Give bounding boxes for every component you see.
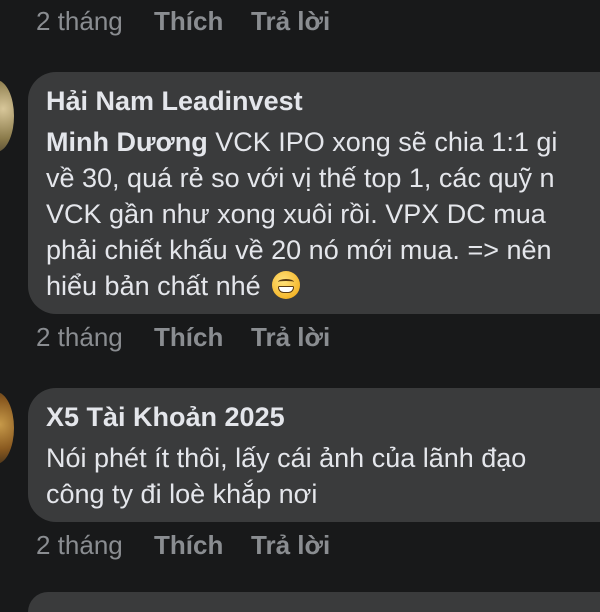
comment-text-line: Minh Dương VCK IPO xong sẽ chia 1:1 gi [46,127,558,157]
comment-text-line: phải chiết khấu về 20 nó mới mua. => nên [46,235,552,265]
comment-text-line: Nói phét ít thôi, lấy cái ảnh của lãnh đ… [46,443,527,473]
comment-text-line: về 30, quá rẻ so với vị thế top 1, các q… [46,163,555,193]
next-comment-bubble [28,592,600,612]
comment-text-line: công ty đi loè khắp nơi [46,479,318,509]
comment-bubble: Hải Nam Leadinvest Minh Dương VCK IPO xo… [28,72,600,314]
like-button[interactable]: Thích [154,530,251,561]
comment-text-line: VCK gần như xong xuôi rồi. VPX DC mua [46,199,546,229]
avatar[interactable] [0,392,14,464]
comment-timestamp: 2 tháng [36,6,123,36]
grinning-face-icon [272,271,301,299]
reply-button[interactable]: Trả lời [251,530,330,561]
comment-author[interactable]: X5 Tài Khoản 2025 [46,400,600,434]
comment-author[interactable]: Hải Nam Leadinvest [46,84,600,118]
comment-actions: 2 tháng Thích Trả lời [36,6,330,37]
like-button[interactable]: Thích [154,6,251,37]
comment-timestamp: 2 tháng [36,530,123,560]
like-button[interactable]: Thích [154,322,251,353]
comment-actions: 2 tháng Thích Trả lời [36,322,330,353]
mention-link[interactable]: Minh Dương [46,127,208,157]
comment-timestamp: 2 tháng [36,322,123,352]
comment-bubble: X5 Tài Khoản 2025 Nói phét ít thôi, lấy … [28,388,600,522]
avatar[interactable] [0,80,14,152]
comment-text-line: hiểu bản chất nhé [46,268,600,304]
reply-button[interactable]: Trả lời [251,322,330,353]
comment-actions: 2 tháng Thích Trả lời [36,530,330,561]
reply-button[interactable]: Trả lời [251,6,330,37]
